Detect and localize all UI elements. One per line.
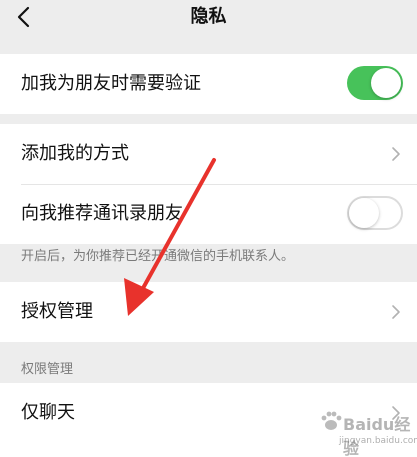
setting-label: 加我为朋友时需要验证: [21, 73, 201, 94]
watermark-text: Baidu经验: [343, 415, 411, 457]
chevron-right-icon: [392, 147, 400, 161]
setting-row-add-method[interactable]: 添加我的方式: [0, 124, 417, 184]
setting-label: 添加我的方式: [21, 143, 129, 164]
setting-row-authorization[interactable]: 授权管理: [0, 282, 417, 342]
setting-row-verify: 加我为朋友时需要验证: [0, 54, 417, 114]
watermark-url: jingyan.baidu.com: [339, 436, 417, 446]
setting-row-recommend-contacts: 向我推荐通讯录朋友: [0, 184, 417, 244]
setting-label: 仅聊天: [21, 402, 75, 423]
recommend-hint-text: 开启后，为你推荐已经开通微信的手机联系人。: [21, 249, 295, 264]
baidu-watermark: Baidu经验 jingyan.baidu.com: [319, 403, 417, 457]
page-title: 隐私: [190, 6, 227, 27]
authorization-card: 授权管理: [0, 282, 417, 342]
toggle-knob: [349, 198, 379, 228]
verify-card: 加我为朋友时需要验证: [0, 54, 417, 114]
add-methods-card: 添加我的方式 向我推荐通讯录朋友: [0, 124, 417, 244]
setting-label: 向我推荐通讯录朋友: [21, 203, 183, 224]
setting-label: 授权管理: [21, 301, 93, 322]
nav-bar: 隐私: [0, 0, 417, 52]
toggle-knob: [371, 68, 401, 98]
paw-logo-icon: [321, 411, 342, 430]
verify-toggle[interactable]: [347, 66, 403, 100]
chevron-right-icon: [392, 305, 400, 319]
section-header-permissions: 权限管理: [21, 362, 74, 377]
recommend-contacts-toggle[interactable]: [347, 196, 403, 230]
